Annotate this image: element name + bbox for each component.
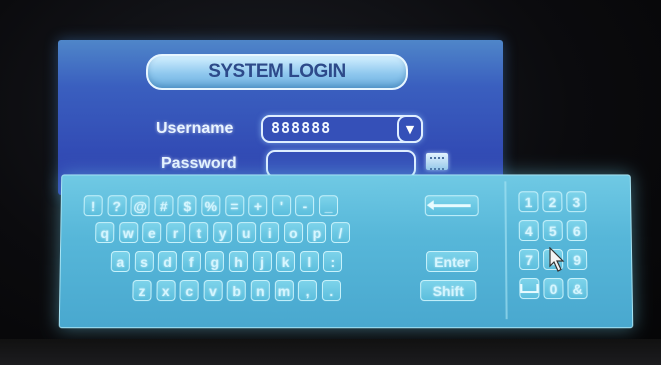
key-w[interactable]: w xyxy=(118,222,138,244)
chevron-down-icon[interactable]: ▼ xyxy=(397,115,423,143)
numpad-key-3[interactable]: 3 xyxy=(566,191,587,213)
key-5-row1[interactable]: % xyxy=(201,195,221,217)
key-z[interactable]: z xyxy=(132,280,152,302)
numpad-key-7[interactable]: 7 xyxy=(518,249,540,270)
key-x[interactable]: x xyxy=(156,280,176,302)
key-c[interactable]: c xyxy=(179,280,199,302)
numpad-key-2[interactable]: 2 xyxy=(542,191,563,213)
password-label: Password xyxy=(161,155,237,172)
key-g[interactable]: g xyxy=(205,251,225,272)
key-j[interactable]: j xyxy=(252,251,272,272)
key-p[interactable]: p xyxy=(307,222,327,244)
key-9-row1[interactable]: - xyxy=(295,195,315,217)
key-7-row1[interactable]: + xyxy=(248,195,268,217)
key-q[interactable]: q xyxy=(95,222,115,244)
dialog-title-bar: SYSTEM LOGIN xyxy=(146,54,408,90)
key-f[interactable]: f xyxy=(181,251,201,272)
dialog-title: SYSTEM LOGIN xyxy=(208,61,346,82)
key-l[interactable]: l xyxy=(299,251,319,272)
numpad-key-5[interactable]: 5 xyxy=(542,220,563,242)
key-a[interactable]: a xyxy=(110,251,130,272)
key-comma[interactable]: , xyxy=(298,280,318,302)
keyboard-icon[interactable] xyxy=(426,153,448,170)
numpad-key-ampersand[interactable]: & xyxy=(567,278,588,300)
numpad-key-0[interactable]: 0 xyxy=(543,278,564,300)
numpad-key-4[interactable]: 4 xyxy=(518,220,539,242)
key-b[interactable]: b xyxy=(227,280,247,302)
key-period[interactable]: . xyxy=(321,280,341,302)
username-select[interactable]: 888888 ▼ xyxy=(261,115,423,143)
key-s[interactable]: s xyxy=(134,251,154,272)
backspace-icon xyxy=(432,204,471,208)
key-1-row1[interactable]: ? xyxy=(107,195,127,217)
key-4-row1[interactable]: $ xyxy=(177,195,197,217)
numpad-key-6[interactable]: 6 xyxy=(566,220,587,242)
key-e[interactable]: e xyxy=(142,222,162,244)
monitor-bezel xyxy=(0,339,661,365)
key-2-row1[interactable]: @ xyxy=(130,195,150,217)
key-6-row1[interactable]: = xyxy=(224,195,244,217)
key-m[interactable]: m xyxy=(274,280,294,302)
key-0-row1[interactable]: ! xyxy=(83,195,103,217)
key-/[interactable]: / xyxy=(331,222,350,244)
space-icon xyxy=(520,284,539,294)
key-r[interactable]: r xyxy=(165,222,186,244)
key-8-row1[interactable]: ' xyxy=(271,195,291,217)
numpad-key-9[interactable]: 9 xyxy=(566,249,588,270)
username-label: Username xyxy=(156,120,234,137)
key-v[interactable]: v xyxy=(203,280,223,302)
numpad-key-1[interactable]: 1 xyxy=(518,191,539,213)
login-dialog: SYSTEM LOGIN Username 888888 ▼ Password xyxy=(58,40,503,195)
key-y[interactable]: y xyxy=(213,222,233,244)
key-d[interactable]: d xyxy=(157,251,178,272)
key-10-row1[interactable]: _ xyxy=(319,195,339,217)
key-3-row1[interactable]: # xyxy=(154,195,174,217)
key-t[interactable]: t xyxy=(189,222,209,244)
backspace-key[interactable] xyxy=(424,195,479,217)
key-k[interactable]: k xyxy=(276,251,296,272)
enter-key[interactable]: Enter xyxy=(426,251,479,272)
key-o[interactable]: o xyxy=(283,222,303,244)
key-n[interactable]: n xyxy=(250,280,270,302)
keyboard-divider xyxy=(504,181,508,320)
key-h[interactable]: h xyxy=(228,251,248,272)
virtual-keyboard: !? @ # $% = + ' - _q w e r t y u i o p / a s d f g h j k l: Enter z x c… xyxy=(58,174,634,329)
key-i[interactable]: i xyxy=(260,222,280,244)
username-value: 888888 xyxy=(271,119,332,137)
space-key[interactable] xyxy=(519,278,540,300)
key-u[interactable]: u xyxy=(236,222,256,244)
shift-key[interactable]: Shift xyxy=(420,280,477,302)
key-colon[interactable]: : xyxy=(323,251,343,272)
